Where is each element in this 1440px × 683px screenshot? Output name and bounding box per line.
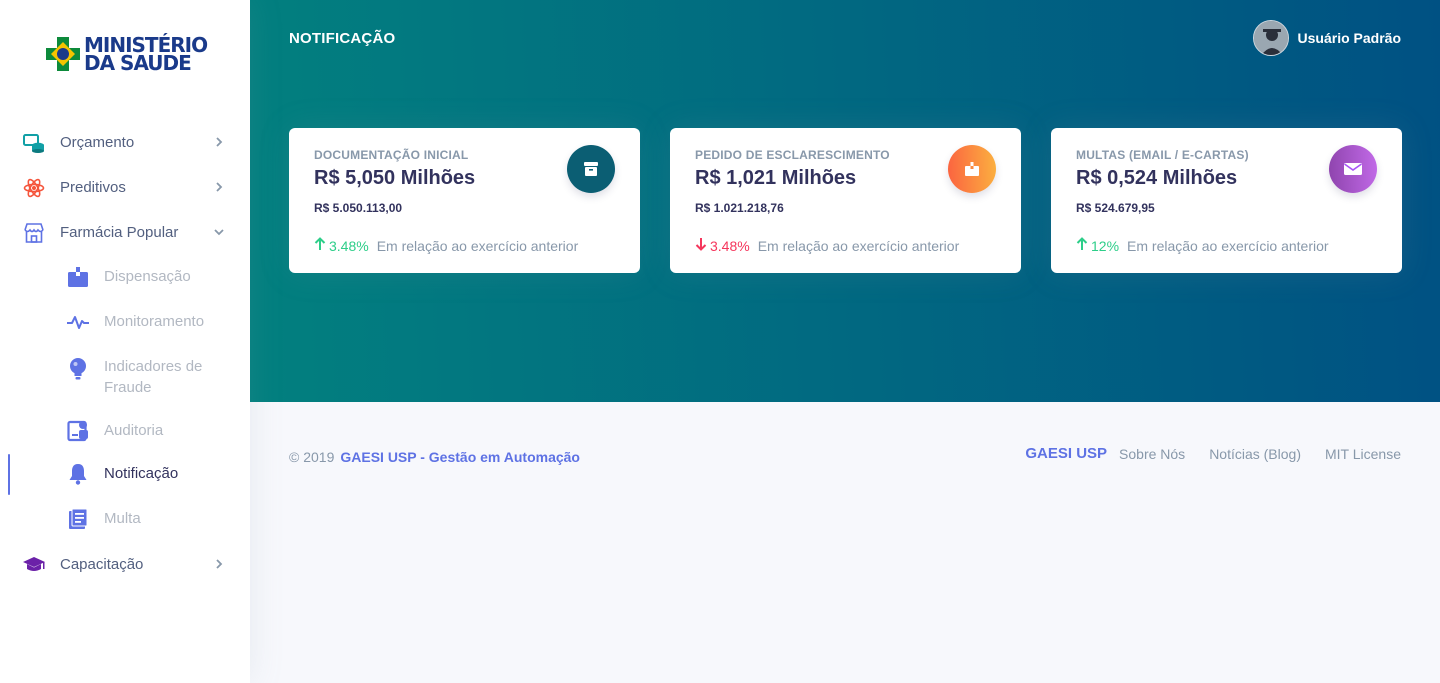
trend-percent: 3.48% <box>710 237 750 254</box>
trend-percent: 12% <box>1091 237 1120 254</box>
avatar[interactable] <box>1252 20 1289 56</box>
chevron-down-icon <box>212 225 226 239</box>
sidebar-item-label: Preditivos <box>60 179 126 196</box>
arrow-up-icon <box>314 237 326 254</box>
trend-note: Em relação ao exercício anterior <box>376 237 579 254</box>
card-trend: 3.48% Em relação ao exercício anterior <box>314 237 578 254</box>
sidebar-subitem-monitoramento[interactable]: Monitoramento <box>0 300 250 345</box>
copyright-year: © 2019 <box>289 449 335 465</box>
sidebar-item-orcamento[interactable]: Orçamento <box>0 120 250 165</box>
id-badge-icon <box>66 419 90 443</box>
footer-link-noticias[interactable]: Notícias (Blog) <box>1209 446 1301 462</box>
sidebar-subitem-notificacao[interactable]: Notificação <box>0 452 250 497</box>
card-value: R$ 0,524 Milhões <box>1076 167 1238 189</box>
sidebar-item-label: Farmácia Popular <box>60 224 179 241</box>
sidebar-subitem-label: Multa <box>104 510 141 527</box>
footer: © 2019 GAESI USP - Gestão em Automação GA… <box>250 402 1440 683</box>
bulb-icon <box>66 357 90 381</box>
graduation-cap-icon <box>22 553 46 577</box>
trend-note: Em relação ao exercício anterior <box>757 237 960 254</box>
sidebar-subitem-dispensacao[interactable]: Dispensação <box>0 255 250 300</box>
sidebar-subitem-label: Dispensação <box>104 268 191 285</box>
logo-line-2: DA SAUDE <box>84 51 192 75</box>
sidebar-item-label: Capacitação <box>60 556 144 573</box>
header: NOTIFICAÇÃO Usuário Padrão DOCUMENTAÇÃO … <box>250 0 1440 402</box>
open-box-icon <box>948 145 996 193</box>
chevron-right-icon <box>212 135 226 149</box>
pulse-icon <box>66 310 90 334</box>
sidebar-item-label: Orçamento <box>60 134 135 151</box>
trend-note: Em relação ao exercício anterior <box>1127 237 1329 254</box>
sidebar-item-farmacia-popular[interactable]: Farmácia Popular <box>0 210 250 255</box>
user-menu[interactable]: Usuário Padrão <box>1252 20 1401 56</box>
card-value: R$ 1,021 Milhões <box>695 167 857 189</box>
sidebar-subitem-multa[interactable]: Multa <box>0 497 250 542</box>
store-icon <box>22 221 46 245</box>
card-title: MULTAS (EMAIL / E-CARTAS) <box>1076 148 1249 162</box>
footer-link-license[interactable]: MIT License <box>1325 446 1401 462</box>
envelope-icon <box>1329 145 1377 193</box>
footer-link-sobre[interactable]: Sobre Nós <box>1119 446 1185 462</box>
trend-percent: 3.48% <box>329 237 369 254</box>
card-value: R$ 5,050 Milhões <box>314 167 476 189</box>
footer-links: GAESI USP Sobre Nós Notícias (Blog) MIT … <box>1025 445 1401 462</box>
stat-card-documentacao[interactable]: DOCUMENTAÇÃO INICIAL R$ 5,050 Milhões R$… <box>289 128 640 273</box>
sidebar-subitem-label: Auditoria <box>104 422 164 439</box>
archive-icon <box>567 145 615 193</box>
chevron-right-icon <box>212 180 226 194</box>
stat-card-multas[interactable]: MULTAS (EMAIL / E-CARTAS) R$ 0,524 Milhõ… <box>1051 128 1402 273</box>
card-trend: 3.48% Em relação ao exercício anterior <box>695 237 959 254</box>
sidebar: MINISTÉRIO DA SAUDE Orçamento Preditivos… <box>0 0 250 683</box>
footer-link-gaesi[interactable]: GAESI USP <box>1025 445 1107 462</box>
stats-cards: DOCUMENTAÇÃO INICIAL R$ 5,050 Milhões R$… <box>289 128 1402 273</box>
page-title: NOTIFICAÇÃO <box>289 30 396 47</box>
sidebar-nav: Orçamento Preditivos Farmácia Popular Di… <box>0 120 250 587</box>
footer-brand-link[interactable]: GAESI USP - Gestão em Automação <box>340 449 580 465</box>
card-subvalue: R$ 5.050.113,00 <box>314 201 403 215</box>
stat-card-pedido-esclarescimento[interactable]: PEDIDO DE ESCLARESCIMENTO R$ 1,021 Milhõ… <box>670 128 1021 273</box>
copyright: © 2019 GAESI USP - Gestão em Automação <box>289 449 580 465</box>
sidebar-subitem-label: Indicadores de Fraude <box>104 358 203 396</box>
sidebar-subitem-label: Monitoramento <box>104 313 205 330</box>
card-title: DOCUMENTAÇÃO INICIAL <box>314 148 469 162</box>
chevron-right-icon <box>212 557 226 571</box>
sidebar-subitem-indicadores-fraude[interactable]: Indicadores de Fraude <box>0 345 250 409</box>
sidebar-subitem-auditoria[interactable]: Auditoria <box>0 409 250 452</box>
card-subvalue: R$ 524.679,95 <box>1076 201 1155 215</box>
card-subvalue: R$ 1.021.218,76 <box>695 201 784 215</box>
sidebar-subitem-label: Notificação <box>104 465 179 482</box>
arrow-down-icon <box>695 237 707 254</box>
bell-icon <box>66 462 90 486</box>
box-icon <box>66 265 90 289</box>
cross-logo-icon <box>44 35 82 73</box>
sidebar-item-capacitacao[interactable]: Capacitação <box>0 542 250 587</box>
atom-icon <box>22 176 46 200</box>
ministerio-saude-logo[interactable]: MINISTÉRIO DA SAUDE <box>44 32 214 76</box>
card-trend: 12% Em relação ao exercício anterior <box>1076 237 1329 254</box>
arrow-up-icon <box>1076 237 1088 254</box>
card-title: PEDIDO DE ESCLARESCIMENTO <box>695 148 890 162</box>
user-name: Usuário Padrão <box>1297 30 1401 46</box>
sidebar-item-preditivos[interactable]: Preditivos <box>0 165 250 210</box>
document-icon <box>66 507 90 531</box>
database-money-icon <box>22 131 46 155</box>
